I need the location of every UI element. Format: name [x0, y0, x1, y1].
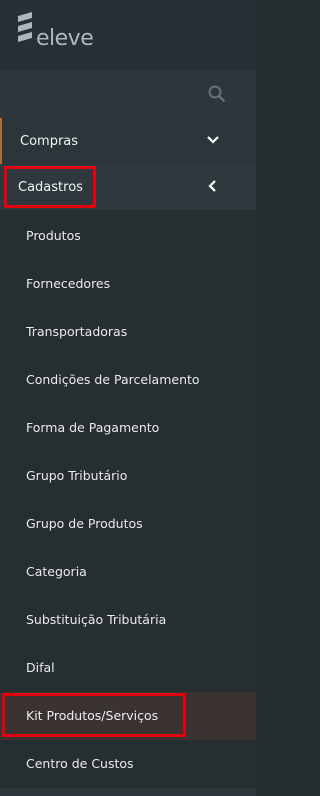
submenu-label: Grupo Tributário	[26, 468, 128, 483]
submenu-item-difal[interactable]: Difal	[0, 644, 256, 692]
menu-label-compras: Compras	[20, 133, 79, 149]
submenu-item-grupo-produtos[interactable]: Grupo de Produtos	[0, 500, 256, 548]
submenu-item-centro-custos[interactable]: Centro de Custos	[0, 740, 256, 788]
submenu-label: Condições de Parcelamento	[26, 372, 200, 387]
search-icon[interactable]	[208, 85, 226, 103]
submenu-item-kit-produtos-servicos[interactable]: Kit Produtos/Serviços	[0, 692, 256, 740]
submenu-label: Produtos	[26, 228, 81, 243]
chevron-down-icon[interactable]	[206, 133, 220, 147]
submenu-label: Centro de Custos	[26, 756, 134, 771]
brand-name: eleve	[36, 26, 94, 51]
logo-icon	[18, 12, 32, 42]
submenu-label: Categoria	[26, 564, 87, 579]
next-section-edge	[0, 788, 256, 796]
chevron-left-icon[interactable]	[206, 179, 220, 193]
sidebar: eleve Compras Cadastros Produtos Fornece…	[0, 0, 256, 796]
submenu-item-grupo-tributario[interactable]: Grupo Tributário	[0, 452, 256, 500]
submenu-label: Difal	[26, 660, 55, 675]
submenu-label: Kit Produtos/Serviços	[26, 708, 159, 723]
search-bar[interactable]	[0, 70, 256, 118]
menu-item-cadastros[interactable]: Cadastros	[0, 164, 256, 210]
submenu-label: Forma de Pagamento	[26, 420, 160, 435]
submenu-item-condicoes-parcelamento[interactable]: Condições de Parcelamento	[0, 356, 256, 404]
submenu-label: Transportadoras	[26, 324, 128, 339]
brand-logo[interactable]: eleve	[0, 0, 256, 70]
submenu-item-transportadoras[interactable]: Transportadoras	[0, 308, 256, 356]
submenu-item-substituicao-tributaria[interactable]: Substituição Tributária	[0, 596, 256, 644]
submenu-item-fornecedores[interactable]: Fornecedores	[0, 260, 256, 308]
submenu-label: Grupo de Produtos	[26, 516, 143, 531]
submenu-item-produtos[interactable]: Produtos	[0, 212, 256, 260]
submenu-label: Fornecedores	[26, 276, 111, 291]
submenu-item-categoria[interactable]: Categoria	[0, 548, 256, 596]
submenu-item-forma-pagamento[interactable]: Forma de Pagamento	[0, 404, 256, 452]
menu-label-cadastros: Cadastros	[18, 179, 83, 195]
submenu-label: Substituição Tributária	[26, 612, 167, 627]
menu-item-compras[interactable]: Compras	[0, 118, 256, 164]
